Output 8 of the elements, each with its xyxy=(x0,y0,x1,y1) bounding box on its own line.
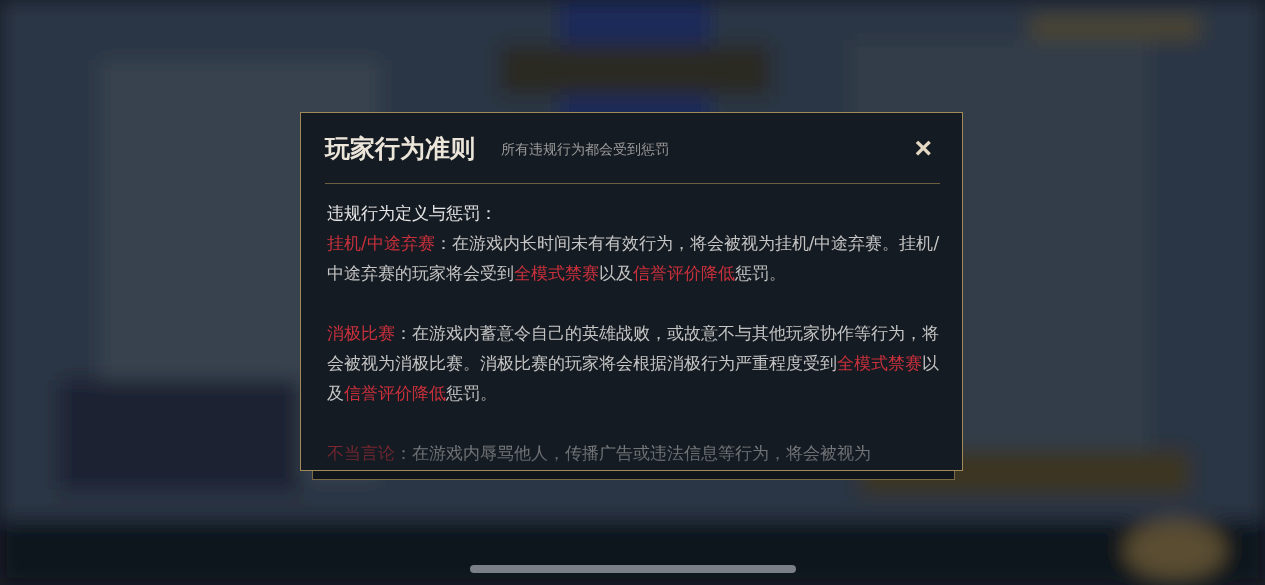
section-heading: 违规行为定义与惩罚： xyxy=(327,202,498,225)
rule-paragraph: 消极比赛：在游戏内蓄意令自己的英雄战败，或故意不与其他玩家协作等行为，将会被视为消极比赛。消极比赛的玩家将会根据消极行为严重程度受到全模式禁赛以及信誉评价降低惩罚。 xyxy=(327,322,940,405)
dialog-title: 玩家行为准则 xyxy=(325,132,475,165)
rule-paragraph: 不当言论：在游戏内辱骂他人，传播广告或违法信息等行为，将会被视为 xyxy=(327,442,872,465)
rule-paragraph: 挂机/中途弃赛：在游戏内长时间未有有效行为，将会被视为挂机/中途弃赛。挂机/中途弃赛的玩家将会受到全模式禁赛以及信誉评价降低惩罚。 xyxy=(327,232,940,285)
home-indicator[interactable] xyxy=(470,565,796,573)
close-button[interactable]: × xyxy=(906,133,940,163)
dialog-subtitle: 所有违规行为都会受到惩罚 xyxy=(501,141,669,159)
